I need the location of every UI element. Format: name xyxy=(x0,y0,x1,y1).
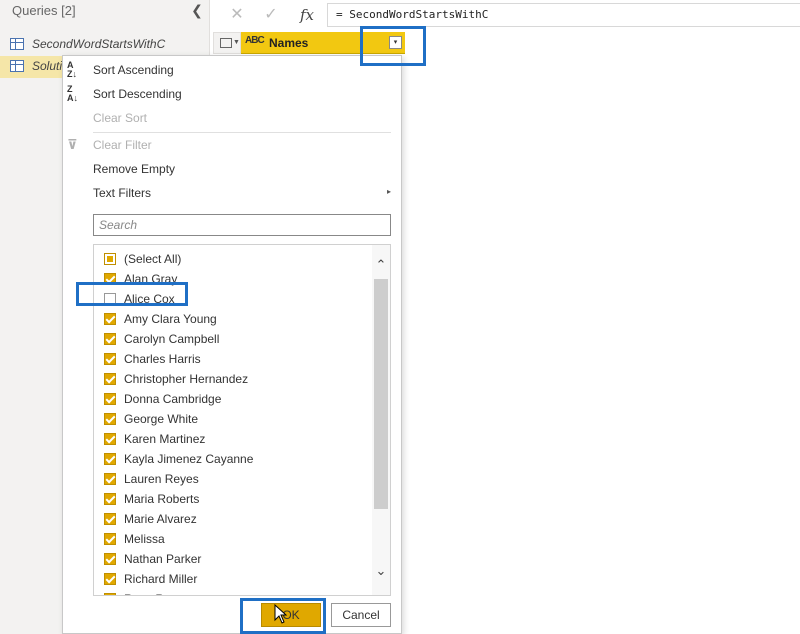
checkbox[interactable] xyxy=(104,513,116,525)
menu-label: Remove Empty xyxy=(93,162,176,176)
list-item-label: Melissa xyxy=(124,532,165,546)
query-item-secondwordstartswithc[interactable]: SecondWordStartsWithC xyxy=(0,34,210,56)
scroll-up-icon[interactable]: ⌃ xyxy=(372,257,390,273)
text-filters-menu-item[interactable]: Text Filters ▸ xyxy=(63,181,401,205)
list-item[interactable]: Richard Miller xyxy=(94,569,370,589)
confirm-formula-icon[interactable]: ✓ xyxy=(257,4,285,26)
list-item[interactable]: George White xyxy=(94,409,370,429)
chevron-down-icon: ▼ xyxy=(233,39,240,46)
list-item-label: (Select All) xyxy=(124,252,182,266)
checkbox[interactable] xyxy=(104,393,116,405)
sort-ascending-menu-item[interactable]: A Z↓ Sort Ascending xyxy=(63,58,401,82)
checkbox[interactable] xyxy=(104,413,116,425)
list-item-label: Richard Miller xyxy=(124,572,198,586)
menu-label: Sort Descending xyxy=(93,87,182,101)
sort-descending-icon: Z A↓ xyxy=(67,84,78,103)
checkbox[interactable] xyxy=(104,533,116,545)
clear-filter-menu-item[interactable]: ⊽ Clear Filter xyxy=(63,133,401,157)
column-name: Names xyxy=(269,36,309,50)
checkbox[interactable] xyxy=(104,433,116,445)
queries-title: Queries [2] xyxy=(12,3,76,18)
list-item[interactable]: Rosa Rosa xyxy=(94,589,370,595)
list-item[interactable]: Melissa xyxy=(94,529,370,549)
filter-dropdown-panel: A Z↓ Sort Ascending Z A↓ Sort Descending C… xyxy=(62,55,402,634)
checkbox[interactable] xyxy=(104,353,116,365)
formula-bar: ✕ ✓ fx = SecondWordStartsWithC xyxy=(213,0,800,30)
filter-search-input[interactable]: Search xyxy=(93,214,391,236)
list-item[interactable]: (Select All) xyxy=(94,249,370,269)
list-item-label: Maria Roberts xyxy=(124,492,200,506)
highlight-box-alice-cox xyxy=(76,282,188,306)
checkbox[interactable] xyxy=(104,253,116,265)
table-icon xyxy=(10,38,24,50)
sort-ascending-icon: A Z↓ xyxy=(67,60,77,79)
checkbox[interactable] xyxy=(104,333,116,345)
remove-empty-menu-item[interactable]: Remove Empty xyxy=(63,157,401,181)
text-type-icon[interactable]: ABC xyxy=(245,35,265,46)
submenu-arrow-icon: ▸ xyxy=(386,187,391,196)
table-options-button[interactable]: ▼ xyxy=(213,32,241,54)
checkbox[interactable] xyxy=(104,373,116,385)
query-label: Soluti xyxy=(32,59,63,73)
scroll-thumb[interactable] xyxy=(374,279,388,509)
list-item[interactable]: Lauren Reyes xyxy=(94,469,370,489)
checkbox[interactable] xyxy=(104,553,116,565)
checkbox[interactable] xyxy=(104,473,116,485)
list-item[interactable]: Maria Roberts xyxy=(94,489,370,509)
cancel-formula-icon[interactable]: ✕ xyxy=(223,4,251,26)
table-icon xyxy=(10,60,24,72)
list-item-label: Amy Clara Young xyxy=(124,312,217,326)
list-item[interactable]: Karen Martinez xyxy=(94,429,370,449)
table-icon xyxy=(220,38,232,48)
checkbox[interactable] xyxy=(104,313,116,325)
collapse-pane-icon[interactable]: ❮ xyxy=(190,2,204,18)
list-item-label: Nathan Parker xyxy=(124,552,202,566)
checkbox[interactable] xyxy=(104,453,116,465)
list-item-label: Marie Alvarez xyxy=(124,512,197,526)
list-item[interactable]: Donna Cambridge xyxy=(94,389,370,409)
power-query-editor: Queries [2] ❮ SecondWordStartsWithC Solu… xyxy=(0,0,800,634)
list-item[interactable]: Marie Alvarez xyxy=(94,509,370,529)
menu-label: Sort Ascending xyxy=(93,63,174,77)
list-item-label: Charles Harris xyxy=(124,352,201,366)
clear-sort-menu-item[interactable]: Clear Sort xyxy=(63,106,401,130)
query-label: SecondWordStartsWithC xyxy=(32,37,166,51)
list-item-label: Karen Martinez xyxy=(124,432,206,446)
list-item-label: George White xyxy=(124,412,199,426)
menu-label: Clear Filter xyxy=(93,138,152,152)
list-item-label: Rosa Rosa xyxy=(124,592,183,595)
list-item[interactable]: Carolyn Campbell xyxy=(94,329,370,349)
list-item-label: Christopher Hernandez xyxy=(124,372,249,386)
query-item-solution[interactable]: Soluti xyxy=(0,56,62,78)
list-item-label: Kayla Jimenez Cayanne xyxy=(124,452,254,466)
list-item[interactable]: Amy Clara Young xyxy=(94,309,370,329)
highlight-box-dropdown xyxy=(360,26,426,66)
queries-header: Queries [2] ❮ xyxy=(0,0,210,26)
list-item-label: Carolyn Campbell xyxy=(124,332,220,346)
list-item[interactable]: Charles Harris xyxy=(94,349,370,369)
cancel-button[interactable]: Cancel xyxy=(331,603,391,627)
checkbox[interactable] xyxy=(104,573,116,585)
clear-filter-icon: ⊽ xyxy=(67,137,78,152)
mouse-cursor-icon xyxy=(274,604,288,624)
checkbox[interactable] xyxy=(104,593,116,595)
sort-descending-menu-item[interactable]: Z A↓ Sort Descending xyxy=(63,82,401,106)
list-item[interactable]: Kayla Jimenez Cayanne xyxy=(94,449,370,469)
list-item[interactable]: Nathan Parker xyxy=(94,549,370,569)
list-item-label: Lauren Reyes xyxy=(124,472,199,486)
menu-label: Clear Sort xyxy=(93,111,148,125)
list-item-label: Donna Cambridge xyxy=(124,392,222,406)
checkbox[interactable] xyxy=(104,493,116,505)
list-item[interactable]: Christopher Hernandez xyxy=(94,369,370,389)
menu-label: Text Filters xyxy=(93,186,152,200)
insert-function-icon[interactable]: fx xyxy=(293,4,321,26)
formula-input[interactable]: = SecondWordStartsWithC xyxy=(327,3,800,27)
list-scrollbar[interactable]: ⌃ ⌄ xyxy=(372,245,390,595)
scroll-down-icon[interactable]: ⌄ xyxy=(372,563,390,579)
